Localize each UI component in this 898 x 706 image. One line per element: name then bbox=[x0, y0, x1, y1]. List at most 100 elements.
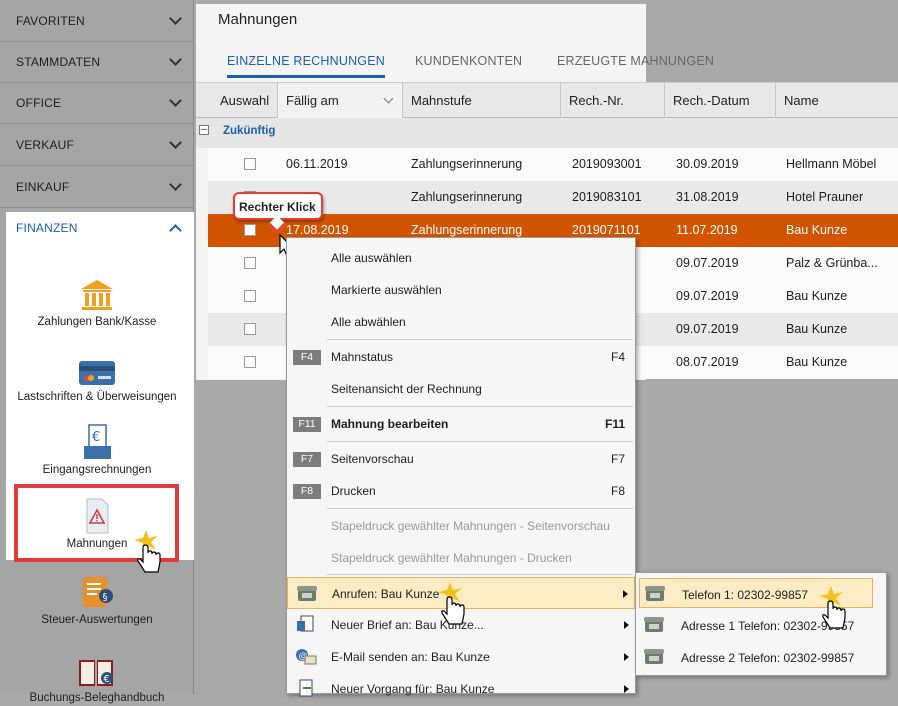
cell-invoice-date: 08.07.2019 bbox=[676, 355, 739, 369]
chevron-down-icon bbox=[169, 94, 182, 107]
sidebar-section-label: FINANZEN bbox=[16, 221, 78, 235]
row-checkbox[interactable] bbox=[244, 257, 256, 269]
phone-icon bbox=[296, 584, 318, 604]
chevron-up-icon bbox=[169, 223, 182, 237]
menu-item-preview[interactable]: F7 Seitenvorschau F7 bbox=[287, 443, 635, 475]
menu-item-batch-print: Stapeldruck gewählter Mahnungen - Drucke… bbox=[287, 542, 635, 574]
collapse-toggle-icon[interactable]: – bbox=[199, 125, 209, 135]
menu-item-mahnstatus[interactable]: F4 Mahnstatus F4 bbox=[287, 341, 635, 373]
svg-text:§: § bbox=[103, 592, 108, 603]
menu-item-select-marked[interactable]: Markierte auswählen bbox=[287, 274, 635, 306]
cell-invoice-date: 09.07.2019 bbox=[676, 256, 739, 270]
submenu-item-label: Adresse 2 Telefon: 02302-99857 bbox=[681, 651, 855, 665]
group-label: Zukünftig bbox=[223, 125, 276, 137]
column-header-name[interactable]: Name bbox=[776, 83, 898, 118]
row-checkbox[interactable] bbox=[244, 290, 256, 302]
cell-invoice-date: 09.07.2019 bbox=[676, 322, 739, 336]
cell-due: 06.11.2019 bbox=[286, 157, 348, 171]
column-header-rechnr[interactable]: Rech.-Nr. bbox=[561, 83, 665, 118]
cell-name: Bau Kunze bbox=[786, 322, 848, 336]
submenu-arrow-icon bbox=[623, 590, 628, 598]
sidebar-section-einkauf[interactable]: EINKAUF bbox=[0, 166, 194, 208]
menu-item-label: Alle auswählen bbox=[331, 251, 412, 265]
menu-item-label: Markierte auswählen bbox=[331, 283, 442, 297]
column-header-mahnstufe[interactable]: Mahnstufe bbox=[403, 83, 561, 118]
tab-einzelne-rechnungen[interactable]: EINZELNE RECHNUNGEN bbox=[227, 54, 385, 78]
sidebar-section-label: EINKAUF bbox=[16, 179, 70, 194]
sidebar-section-favoriten[interactable]: FAVORITEN bbox=[0, 0, 194, 42]
row-checkbox[interactable] bbox=[244, 158, 256, 170]
bank-icon bbox=[77, 276, 117, 312]
chevron-down-icon bbox=[169, 136, 182, 149]
group-row[interactable]: – Zukünftig bbox=[196, 118, 898, 148]
nav-item-lastschriften[interactable]: Lastschriften & Überweisungen bbox=[0, 351, 194, 403]
sidebar-section-finanzen[interactable]: FINANZEN bbox=[6, 212, 194, 244]
cell-level: Zahlungserinnerung bbox=[411, 190, 523, 204]
menu-item-edit-reminder[interactable]: F11 Mahnung bearbeiten F11 bbox=[287, 408, 635, 440]
hand-cursor-icon bbox=[134, 530, 161, 573]
cell-name: Hotel Prauner bbox=[786, 190, 864, 204]
chevron-down-icon bbox=[169, 12, 182, 25]
sidebar-section-label: VERKAUF bbox=[16, 137, 75, 152]
submenu-item-address-2-phone[interactable]: Adresse 2 Telefon: 02302-99857 bbox=[639, 642, 873, 672]
menu-item-invoice-page[interactable]: Seitenansicht der Rechnung bbox=[287, 373, 635, 405]
nav-item-beleghandbuch[interactable]: € Buchungs-Beleghandbuch bbox=[0, 652, 194, 706]
nav-item-eingangsrechnungen[interactable]: € Eingangsrechnungen bbox=[0, 424, 194, 476]
tab-erzeugte-mahnungen[interactable]: ERZEUGTE MAHNUNGEN bbox=[557, 54, 714, 68]
submenu-arrow-icon bbox=[624, 685, 629, 693]
cell-invoice-date: 30.09.2019 bbox=[676, 157, 739, 171]
tab-kundenkonten[interactable]: KUNDENKONTEN bbox=[415, 54, 522, 68]
sidebar-section-verkauf[interactable]: VERKAUF bbox=[0, 124, 194, 166]
row-checkbox[interactable] bbox=[244, 356, 256, 368]
cell-name: Palz & Grünba... bbox=[786, 256, 878, 270]
nav-item-label: Steuer-Auswertungen bbox=[41, 614, 153, 626]
menu-item-select-all[interactable]: Alle auswählen bbox=[287, 242, 635, 274]
incoming-invoice-icon: € bbox=[77, 424, 117, 460]
cell-name: Bau Kunze bbox=[786, 289, 848, 303]
cell-invoice-nr: 2019093001 bbox=[572, 157, 642, 171]
nav-item-steuer[interactable]: § Steuer-Auswertungen bbox=[0, 574, 194, 626]
sort-chevron-icon bbox=[383, 93, 394, 104]
menu-item-label: Drucken bbox=[331, 484, 376, 498]
menu-item-batch-preview: Stapeldruck gewählter Mahnungen - Seiten… bbox=[287, 510, 635, 542]
cell-invoice-date: 31.08.2019 bbox=[676, 190, 739, 204]
submenu-item-label: Telefon 1: 02302-99857 bbox=[682, 588, 809, 602]
row-checkbox[interactable] bbox=[244, 323, 256, 335]
cell-level: Zahlungserinnerung bbox=[411, 157, 523, 171]
menu-item-send-email[interactable]: @ E-Mail senden an: Bau Kunze bbox=[287, 641, 635, 673]
phone-icon bbox=[644, 584, 668, 604]
hand-cursor-icon bbox=[438, 582, 465, 625]
menu-item-label: Anrufen: Bau Kunze bbox=[332, 587, 440, 601]
svg-text:€: € bbox=[92, 430, 100, 445]
phone-icon bbox=[643, 615, 667, 635]
menu-separator bbox=[327, 441, 633, 442]
row-checkbox[interactable] bbox=[244, 224, 256, 236]
menu-item-new-process[interactable]: Neuer Vorgang für: Bau Kunze bbox=[287, 673, 635, 705]
key-badge: F4 bbox=[293, 350, 321, 365]
nav-item-label: Eingangsrechnungen bbox=[42, 464, 152, 476]
nav-item-label: Buchungs-Beleghandbuch bbox=[29, 692, 165, 704]
sidebar-section-label: FAVORITEN bbox=[16, 13, 85, 28]
column-header-auswahl[interactable]: Auswahl bbox=[212, 83, 278, 118]
column-header-rechdatum[interactable]: Rech.-Datum bbox=[665, 83, 776, 118]
card-icon bbox=[77, 351, 117, 387]
key-badge: F8 bbox=[293, 484, 321, 499]
submenu-arrow-icon bbox=[624, 621, 629, 629]
nav-item-zahlungen[interactable]: Zahlungen Bank/Kasse bbox=[0, 276, 194, 328]
menu-item-label: E-Mail senden an: Bau Kunze bbox=[331, 650, 490, 664]
letter-icon bbox=[295, 615, 317, 635]
menu-item-print[interactable]: F8 Drucken F8 bbox=[287, 475, 635, 507]
column-header-label: Fällig am bbox=[286, 93, 339, 108]
table-row[interactable]: 06.11.2019 Zahlungserinnerung 2019093001 30… bbox=[208, 148, 898, 181]
menu-item-label: Stapeldruck gewählter Mahnungen - Seiten… bbox=[331, 519, 610, 533]
cell-name: Bau Kunze bbox=[786, 355, 848, 369]
menu-item-label: Mahnung bearbeiten bbox=[331, 417, 449, 431]
menu-item-label: Seitenvorschau bbox=[331, 452, 414, 466]
menu-item-deselect-all[interactable]: Alle abwählen bbox=[287, 306, 635, 338]
nav-item-label: Lastschriften & Überweisungen bbox=[17, 391, 177, 403]
sidebar-section-stammdaten[interactable]: STAMMDATEN bbox=[0, 41, 194, 83]
submenu-arrow-icon bbox=[624, 653, 629, 661]
sidebar-section-label: OFFICE bbox=[16, 95, 62, 110]
column-header-faellig[interactable]: Fällig am bbox=[278, 83, 403, 118]
sidebar-section-office[interactable]: OFFICE bbox=[0, 82, 194, 124]
